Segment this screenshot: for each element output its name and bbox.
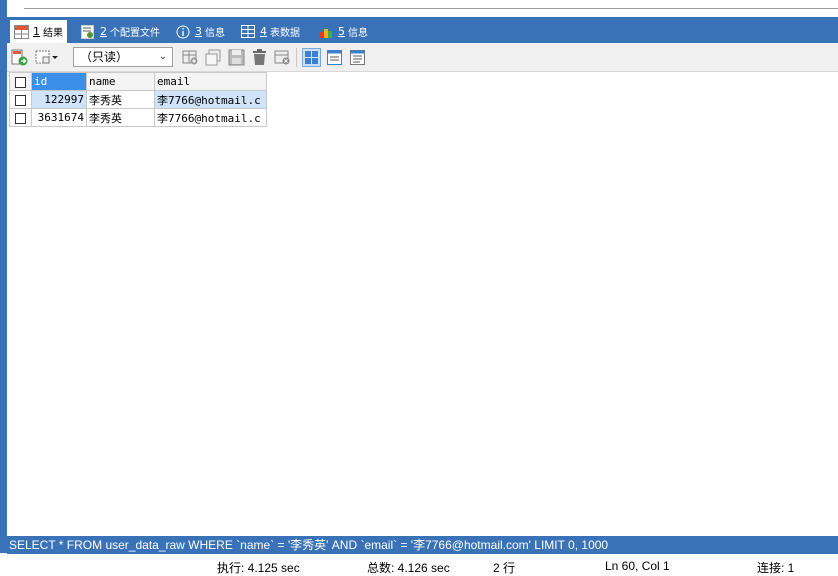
tab-label: 结果	[43, 28, 63, 39]
result-tabs: 1 结果 2 个配置文件 3 信息 4 表数据 5 信息	[7, 17, 838, 43]
cell-id[interactable]: 3631674	[31, 108, 87, 127]
tab-number: 5	[338, 25, 345, 38]
column-header-email[interactable]: email	[154, 72, 267, 91]
grid-view-icon	[304, 50, 319, 65]
exec-time: 执行: 4.125 sec	[217, 561, 300, 575]
insert-row-icon	[182, 49, 199, 66]
table-row[interactable]: 122997 李秀英 李7766@hotmail.c	[9, 90, 267, 109]
save-button[interactable]	[227, 48, 246, 67]
cell-name[interactable]: 李秀英	[86, 108, 155, 127]
tab-number: 3	[195, 25, 202, 38]
tab-results[interactable]: 1 结果	[10, 20, 67, 43]
duplicate-row-icon	[205, 49, 222, 66]
editor-bottom-edge	[0, 0, 838, 17]
frame-edge	[0, 0, 7, 17]
row-checkbox-cell[interactable]	[9, 108, 32, 127]
toolbar-divider	[296, 48, 297, 67]
row-checkbox-cell[interactable]	[9, 90, 32, 109]
result-toolbar: （只读） ⌄	[7, 43, 838, 72]
left-frame	[0, 17, 7, 553]
total-time: 总数: 4.126 sec	[367, 561, 450, 575]
form-view-icon	[327, 50, 342, 65]
tab-info[interactable]: 3 信息	[172, 20, 229, 43]
checkbox[interactable]	[15, 76, 26, 88]
text-view-button[interactable]	[348, 48, 367, 67]
export-icon	[11, 49, 28, 66]
info-icon	[176, 25, 191, 39]
select-all-checkbox[interactable]	[9, 72, 32, 91]
status-bar: 执行: 4.125 sec 总数: 4.126 sec 2 行 Ln 60, C…	[0, 554, 838, 576]
tab-label: 信息	[348, 28, 368, 39]
grid-header-row: id name email	[9, 72, 267, 91]
tab-table-data[interactable]: 4 表数据	[237, 20, 304, 43]
readonly-value: （只读）	[80, 50, 129, 64]
insert-row-button[interactable]	[181, 48, 200, 67]
text-view-icon	[350, 50, 365, 65]
table-row[interactable]: 3631674 李秀英 李7766@hotmail.c	[9, 108, 267, 127]
cancel-changes-button[interactable]	[273, 48, 292, 67]
tab-history-info[interactable]: 5 信息	[315, 20, 372, 43]
profile-icon	[81, 24, 96, 39]
row-count: 2 行	[493, 561, 516, 575]
tab-label: 信息	[205, 28, 225, 39]
tab-profile[interactable]: 2 个配置文件	[77, 20, 164, 43]
save-icon	[228, 49, 245, 66]
cell-name[interactable]: 李秀英	[86, 90, 155, 109]
cell-email[interactable]: 李7766@hotmail.c	[154, 90, 267, 109]
cell-email[interactable]: 李7766@hotmail.c	[154, 108, 267, 127]
tab-number: 4	[260, 25, 267, 38]
chevron-down-icon: ⌄	[158, 51, 167, 62]
delete-icon	[251, 49, 268, 66]
cursor-position: Ln 60, Col 1	[605, 559, 670, 573]
cell-id[interactable]: 122997	[31, 90, 87, 109]
results-grid-icon	[14, 24, 29, 39]
splitter-line[interactable]	[24, 8, 838, 9]
tab-number: 2	[100, 25, 107, 38]
tab-label: 表数据	[270, 28, 300, 39]
form-view-button[interactable]	[325, 48, 344, 67]
cancel-icon	[274, 49, 291, 66]
grid-options-icon	[35, 49, 59, 66]
duplicate-row-button[interactable]	[204, 48, 223, 67]
grid-options-dropdown[interactable]	[34, 48, 60, 67]
checkbox[interactable]	[15, 94, 26, 106]
checkbox[interactable]	[15, 112, 26, 124]
table-data-icon	[241, 24, 256, 39]
results-grid: id name email 122997 李秀英 李7766@hotmail.c…	[9, 72, 267, 127]
connection-count: 连接: 1	[757, 561, 795, 575]
tab-number: 1	[33, 25, 40, 38]
tab-label: 个配置文件	[110, 28, 160, 39]
delete-button[interactable]	[250, 48, 269, 67]
column-header-id[interactable]: id	[31, 72, 87, 91]
query-text-bar: SELECT * FROM user_data_raw WHERE `name`…	[7, 536, 838, 554]
info-history-icon	[319, 25, 334, 39]
readonly-select[interactable]: （只读） ⌄	[73, 47, 173, 67]
grid-view-button[interactable]	[302, 48, 321, 67]
column-header-name[interactable]: name	[86, 72, 155, 91]
export-button[interactable]	[10, 48, 29, 67]
